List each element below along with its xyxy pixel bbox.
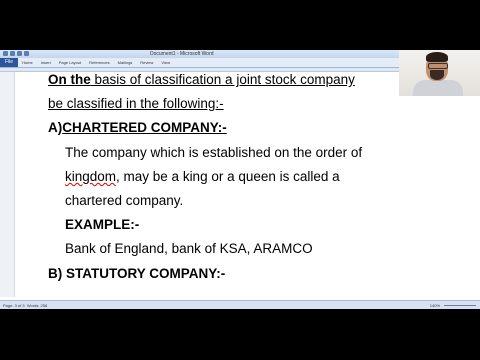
paragraph-a-line-2: kingdom, may be a king or a queen is cal… xyxy=(65,169,340,185)
glasses-icon xyxy=(428,63,448,69)
tab-insert[interactable]: Insert xyxy=(41,58,51,67)
heading-a-prefix: A) xyxy=(48,120,63,135)
line-intro: On the basis of classification a joint s… xyxy=(48,72,355,88)
status-page-info: Page: 3 of 3 Words: 258 xyxy=(3,301,47,309)
heading-a-text: CHARTERED COMPANY:- xyxy=(62,120,227,135)
line-intro-2: be classified in the following:- xyxy=(48,96,224,111)
misspelled-word[interactable]: kingdom xyxy=(65,169,116,184)
window-title: Document1 - Microsoft Word xyxy=(150,51,214,57)
status-bar: Page: 3 of 3 Words: 258 140% xyxy=(0,300,480,309)
paragraph-a-line-1: The company which is established on the … xyxy=(65,145,363,160)
heading-a: A)CHARTERED COMPANY:- xyxy=(48,120,227,136)
intro-bold-text: On the xyxy=(48,72,91,87)
paragraph-a-line-2-rest: , may be a king or a queen is called a xyxy=(116,169,340,184)
example-text: Bank of England, bank of KSA, ARAMCO xyxy=(65,241,313,256)
tab-view[interactable]: View xyxy=(161,58,170,67)
webcam-overlay xyxy=(399,50,480,96)
zoom-slider[interactable] xyxy=(444,305,476,306)
undo-icon[interactable] xyxy=(17,51,22,56)
word-logo-icon xyxy=(3,51,8,56)
example-label: EXAMPLE:- xyxy=(65,217,140,232)
quick-access-toolbar xyxy=(3,51,29,56)
intro-text: basis of classification a joint stock co… xyxy=(90,72,355,87)
heading-b: B) STATUTORY COMPANY:- xyxy=(48,266,226,281)
word-count[interactable]: Words: 258 xyxy=(27,303,47,308)
tab-page-layout[interactable]: Page Layout xyxy=(59,58,81,67)
presenter-hair xyxy=(426,52,448,62)
tab-references[interactable]: References xyxy=(89,58,109,67)
page-info[interactable]: Page: 3 of 3 xyxy=(3,303,25,308)
presenter-beard xyxy=(430,70,444,80)
presenter-body xyxy=(413,80,463,96)
tab-review[interactable]: Review xyxy=(140,58,153,67)
zoom-level[interactable]: 140% xyxy=(430,301,440,309)
file-tab[interactable]: File xyxy=(0,58,18,67)
tab-home[interactable]: Home xyxy=(22,58,33,67)
save-icon[interactable] xyxy=(10,51,15,56)
redo-icon[interactable] xyxy=(24,51,29,56)
paragraph-a-line-3: chartered company. xyxy=(65,193,184,208)
ribbon-tabs: Home Insert Page Layout References Maili… xyxy=(22,58,170,67)
tab-mailings[interactable]: Mailings xyxy=(118,58,133,67)
vertical-ruler[interactable] xyxy=(0,72,15,297)
